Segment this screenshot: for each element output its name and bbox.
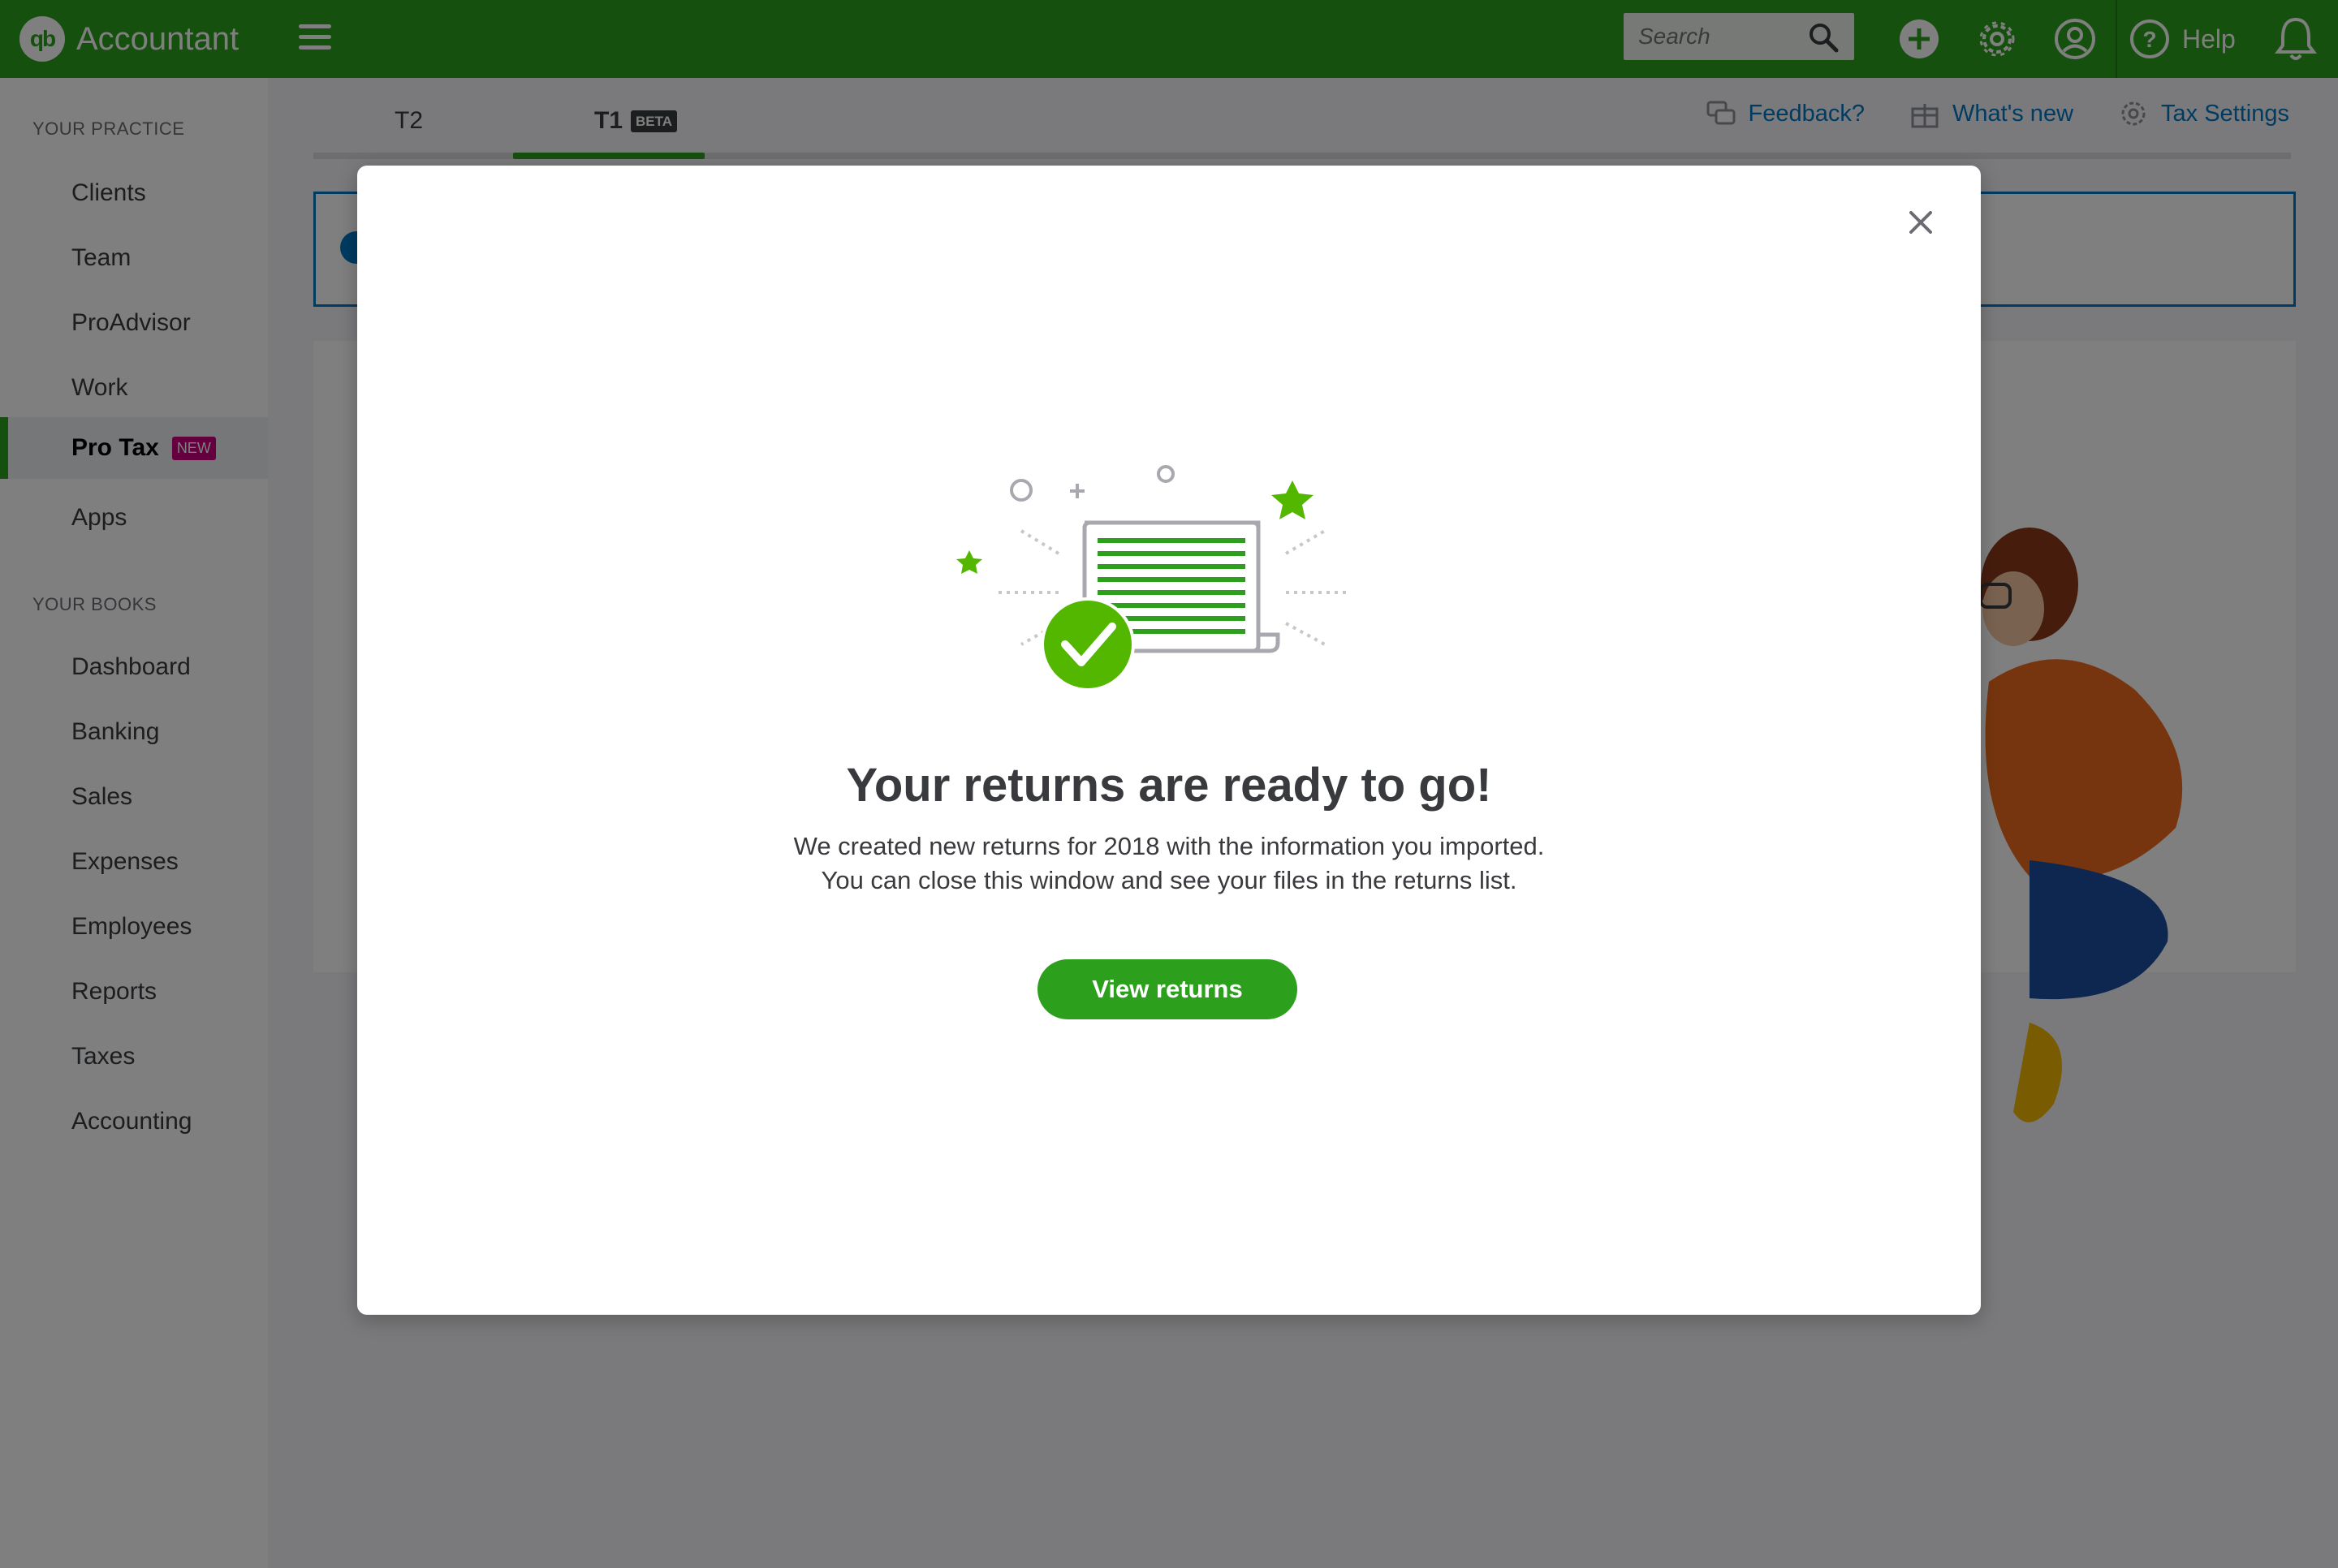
returns-ready-modal: Your returns are ready to go! We created… <box>357 166 1981 1315</box>
modal-message-line: We created new returns for 2018 with the… <box>793 832 1545 860</box>
returns-ready-illustration <box>956 465 1351 691</box>
close-icon[interactable] <box>1903 205 1939 240</box>
modal-message: We created new returns for 2018 with the… <box>357 829 1981 898</box>
modal-title: Your returns are ready to go! <box>846 759 1492 812</box>
view-returns-button[interactable]: View returns <box>1037 959 1297 1019</box>
modal-message-line: You can close this window and see your f… <box>821 866 1517 894</box>
